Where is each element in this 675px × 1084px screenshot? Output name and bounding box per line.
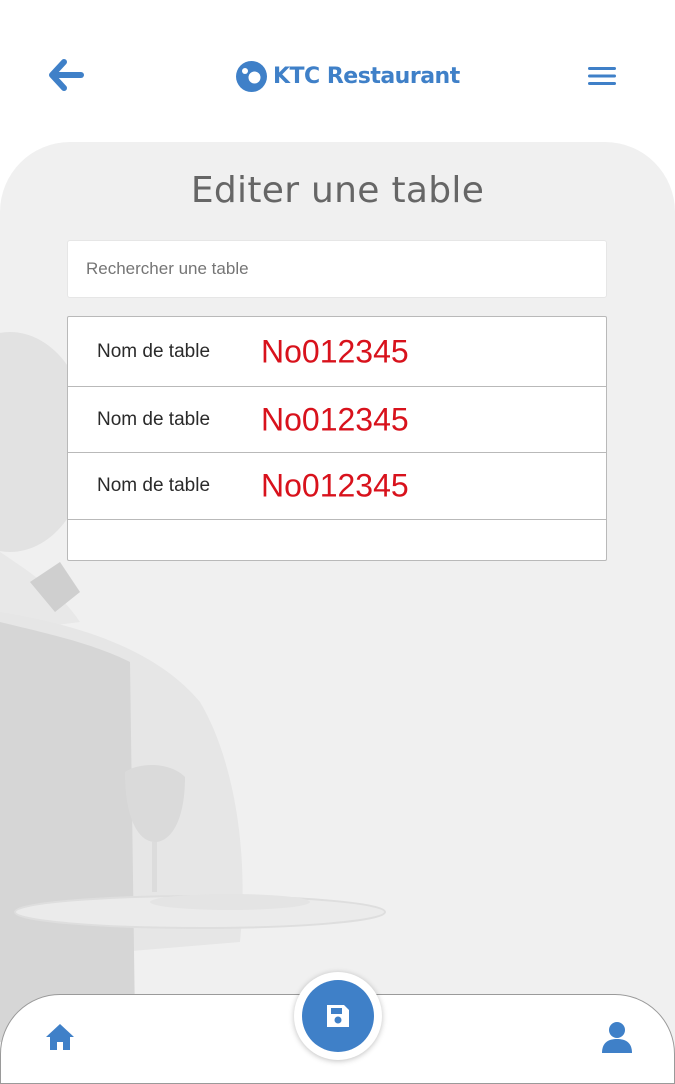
page-title: Editer une table: [190, 170, 485, 211]
table-list: Nom de table No012345 Nom de table No012…: [67, 316, 607, 561]
main-panel: Editer une table Nom de table No012345 N…: [0, 142, 675, 1080]
app-logo: KTC Restaurant: [236, 60, 460, 92]
table-number: No012345: [261, 467, 409, 504]
home-button[interactable]: [44, 1022, 76, 1052]
app-header: KTC Restaurant: [0, 0, 675, 142]
table-row[interactable]: Nom de table No012345: [68, 453, 606, 520]
user-icon: [602, 1022, 632, 1053]
table-name-label: Nom de table: [97, 408, 211, 430]
arrow-left-icon: [49, 59, 84, 91]
save-icon: [327, 1005, 349, 1027]
table-row[interactable]: Nom de table No012345: [68, 317, 606, 387]
hamburger-menu-icon: [588, 67, 616, 85]
search-input[interactable]: [67, 240, 607, 298]
table-row[interactable]: Nom de table No012345: [68, 387, 606, 453]
home-icon: [46, 1024, 74, 1050]
app-name: KTC Restaurant: [273, 63, 460, 89]
table-name-label: Nom de table: [97, 475, 211, 496]
logo-icon: [236, 60, 267, 92]
menu-button[interactable]: [586, 64, 618, 88]
table-name-label: Nom de table: [97, 340, 211, 362]
back-button[interactable]: [48, 58, 86, 92]
user-profile-button[interactable]: [600, 1020, 634, 1054]
save-button[interactable]: [302, 980, 374, 1052]
table-number: No012345: [261, 333, 409, 369]
table-number: No012345: [261, 401, 409, 437]
